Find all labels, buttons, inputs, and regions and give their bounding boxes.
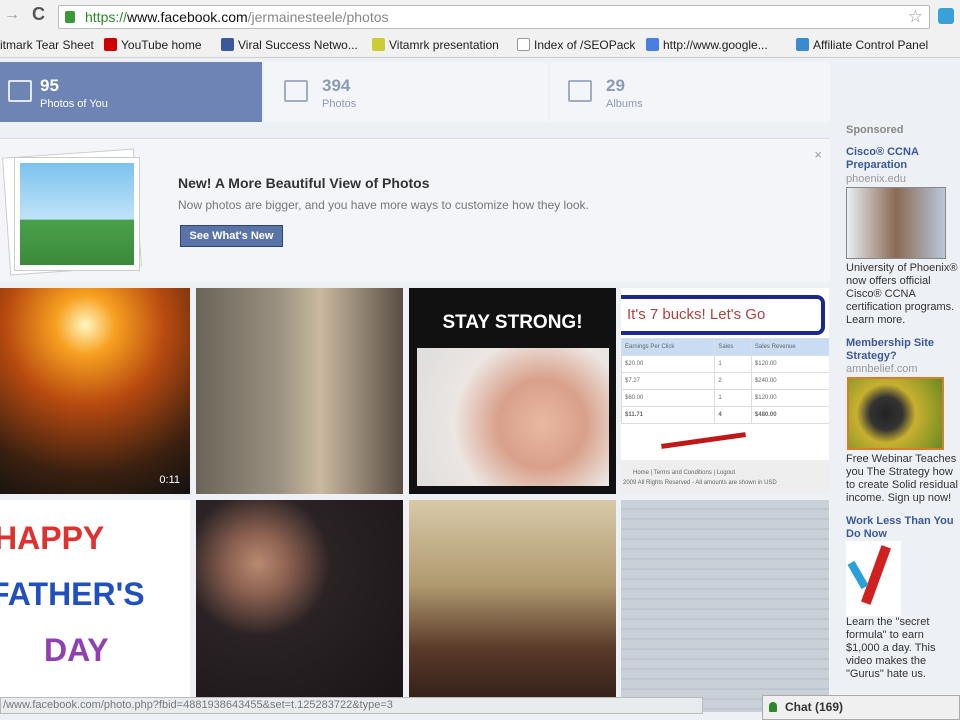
- bookmark-label: http://www.google...: [663, 38, 768, 52]
- extension-icon[interactable]: [938, 8, 954, 24]
- youtube-icon: [104, 38, 117, 51]
- bookmark[interactable]: Viral Success Netwo...: [221, 38, 358, 52]
- page-icon: [517, 38, 530, 51]
- bookmark-label: YouTube home: [121, 38, 202, 52]
- ad-title[interactable]: Cisco® CCNA Preparation: [846, 146, 958, 172]
- ad-body: Free Webinar Teaches you The Strategy ho…: [846, 453, 958, 504]
- bookmark[interactable]: Affiliate Control Panel: [796, 38, 928, 52]
- url-scheme: https://: [85, 9, 128, 25]
- chat-label: Chat (169): [785, 700, 844, 714]
- table-footer: Home | Terms and Conditions | Logout 200…: [621, 460, 829, 494]
- photo-tile[interactable]: [196, 500, 403, 712]
- bookmark-label: Index of /SEOPack: [534, 38, 636, 52]
- reload-icon[interactable]: C: [32, 4, 45, 25]
- google-icon: [646, 38, 659, 51]
- landscape-icon: [14, 157, 140, 271]
- bookmark[interactable]: itmark Tear Sheet: [0, 38, 94, 52]
- ad-title[interactable]: Work Less Than You Do Now: [846, 515, 958, 541]
- photo-tile[interactable]: It's 7 bucks! Let's Go Earnings Per Clic…: [621, 288, 829, 494]
- url-domain: www.facebook.com: [127, 9, 248, 25]
- status-bar-url: /www.facebook.com/photo.php?fbid=4881938…: [0, 697, 703, 714]
- footer-note: 2009 All Rights Reserved - All amounts a…: [623, 480, 777, 486]
- banner-description: Now photos are bigger, and you have more…: [178, 198, 589, 212]
- photos-of-you-icon: [8, 80, 32, 102]
- lock-icon: [65, 11, 75, 23]
- vitamrk-icon: [372, 38, 385, 51]
- bookmark[interactable]: Vitamrk presentation: [372, 38, 499, 52]
- forward-icon[interactable]: →: [4, 6, 20, 24]
- bucks-headline: It's 7 bucks! Let's Go: [621, 295, 825, 335]
- albums-icon: [568, 80, 592, 102]
- fathers-day-text: DAY: [44, 632, 109, 668]
- ad-domain: amnbelief.com: [846, 363, 918, 375]
- ad-image[interactable]: [847, 377, 944, 450]
- url-path: /jermainesteele/photos: [247, 9, 389, 25]
- tab-label: Photos of You: [40, 98, 108, 110]
- stay-strong-text: STAY STRONG!: [442, 312, 583, 333]
- ad-image[interactable]: [846, 187, 946, 259]
- fathers-day-text: FATHER'S: [0, 576, 145, 612]
- tab-label: Photos: [322, 98, 357, 110]
- photo-tile[interactable]: STAY STRONG!: [409, 288, 616, 494]
- bookmark-label: Affiliate Control Panel: [813, 38, 929, 52]
- banner-headline: New! A More Beautiful View of Photos: [178, 175, 430, 191]
- photo-tile[interactable]: [196, 288, 403, 494]
- red-arrow-icon: [661, 432, 746, 449]
- bookmark-label: Viral Success Netwo...: [238, 38, 358, 52]
- ad-body: University of Phoenix® now offers offici…: [846, 262, 958, 326]
- tab-label: Albums: [606, 98, 643, 110]
- see-whats-new-button[interactable]: See What's New: [180, 225, 283, 247]
- ad-body: Learn the "secret formula" to earn $1,00…: [846, 616, 936, 680]
- video-duration: 0:11: [159, 474, 180, 486]
- footer-links: Home | Terms and Conditions | Logout: [633, 470, 736, 476]
- ad-domain: phoenix.edu: [846, 173, 906, 185]
- bookmarks-bar: itmark Tear Sheet YouTube home Viral Suc…: [0, 32, 960, 58]
- earnings-table: Earnings Per Click Sales Sales Revenue $20…: [621, 338, 829, 424]
- bookmark[interactable]: Index of /SEOPack: [517, 38, 635, 52]
- tab-count: 29: [606, 76, 625, 95]
- star-icon[interactable]: ☆: [908, 6, 923, 28]
- arrows-ad-image[interactable]: [846, 541, 901, 616]
- photo-tile[interactable]: [409, 500, 616, 712]
- bookmark[interactable]: http://www.google...: [646, 38, 768, 52]
- browser-toolbar: → C https://www.facebook.com/jermaineste…: [0, 0, 960, 32]
- close-banner-button[interactable]: ×: [814, 147, 822, 162]
- photo-tile[interactable]: HAPPY FATHER'S DAY: [0, 500, 190, 712]
- sponsored-heading: Sponsored: [846, 124, 904, 136]
- photo-tile[interactable]: 0:11: [0, 288, 190, 494]
- tab-albums[interactable]: 29 Albums: [550, 62, 830, 122]
- tab-photos[interactable]: 394 Photos: [264, 62, 548, 122]
- tab-count: 95: [40, 76, 59, 95]
- ad-title[interactable]: Membership Site Strategy?: [846, 337, 958, 363]
- chat-user-icon: [769, 702, 777, 712]
- address-bar[interactable]: https://www.facebook.com/jermainesteele/…: [58, 5, 930, 29]
- chat-button[interactable]: Chat (169): [762, 695, 960, 720]
- tab-count: 394: [322, 76, 351, 95]
- facebook-icon: [221, 38, 234, 51]
- bookmark[interactable]: YouTube home: [104, 38, 202, 52]
- tab-photos-of-you[interactable]: 95 Photos of You: [0, 62, 262, 122]
- affiliate-icon: [796, 38, 809, 51]
- photos-icon: [284, 80, 308, 102]
- fathers-day-text: HAPPY: [0, 520, 105, 556]
- photo-tile[interactable]: [621, 500, 829, 712]
- bookmark-label: Vitamrk presentation: [389, 38, 499, 52]
